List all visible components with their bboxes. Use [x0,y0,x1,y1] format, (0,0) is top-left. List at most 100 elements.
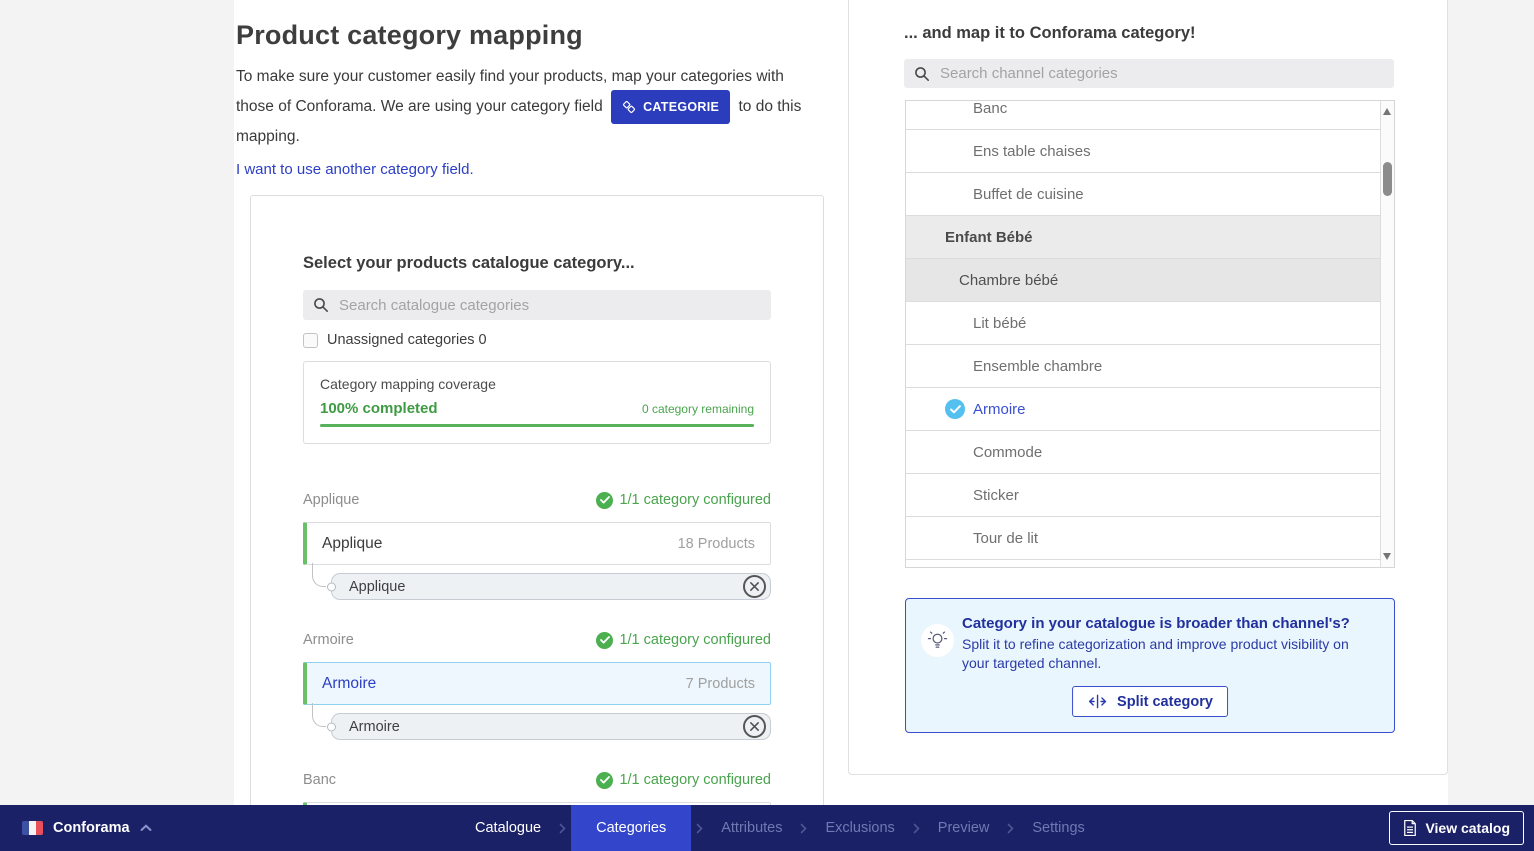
channel-category-label: Ensemble chambre [973,358,1102,375]
channel-category-row[interactable] [906,560,1380,568]
catalogue-search-input[interactable] [337,296,761,315]
unassigned-checkbox[interactable] [303,333,318,348]
channel-search-input[interactable] [938,64,1384,83]
channel-category-group-row[interactable]: Enfant Bébé [906,216,1380,259]
catalogue-section-banc: Banc 1/1 category configured Banc 20 Pro… [303,770,771,805]
chevron-right-icon [691,823,708,834]
tip-body: Split it to refine categorization and im… [962,635,1354,673]
badge-label: CATEGORIE [643,94,719,120]
section-label: Applique [303,492,359,508]
scrollbar-thumb[interactable] [1383,162,1392,196]
chip-anchor-dot [327,582,336,591]
section-label: Armoire [303,632,354,648]
split-category-tip: Category in your catalogue is broader th… [905,598,1395,733]
channel-category-row[interactable]: Ens table chaises [906,130,1380,173]
view-catalog-button[interactable]: View catalog [1389,811,1524,845]
section-status: 1/1 category configured [596,772,771,789]
lightbulb-icon [921,624,954,657]
remove-mapping-button[interactable] [743,575,766,598]
change-category-field-link[interactable]: I want to use another category field. [236,161,474,178]
category-product-count: 7 Products [686,676,755,692]
step-categories[interactable]: Categories [571,805,691,851]
coverage-box: Category mapping coverage 100% completed… [303,361,771,444]
store-selector[interactable]: Conforama [22,805,152,851]
chip-anchor-dot [327,722,336,731]
category-name: Armoire [322,675,686,693]
check-circle-icon [596,492,613,509]
section-status-text: 1/1 category configured [619,632,771,648]
unassigned-filter: Unassigned categories 0 [303,332,771,348]
channel-category-row[interactable]: Sticker [906,474,1380,517]
channel-category-row-checked[interactable]: Armoire [906,388,1380,431]
channel-search-box [904,59,1394,88]
step-exclusions[interactable]: Exclusions [812,805,907,851]
france-flag-icon [22,821,43,835]
tip-title: Category in your catalogue is broader th… [962,615,1374,632]
checked-circle-icon [945,399,965,419]
remove-mapping-button[interactable] [743,715,766,738]
channel-panel-heading: ... and map it to Conforama category! [904,24,1447,43]
catalogue-category-card: Select your products catalogue category.… [250,195,824,805]
channel-category-row[interactable]: Buffet de cuisine [906,173,1380,216]
section-label: Banc [303,772,336,788]
scroll-down-arrow[interactable] [1383,553,1391,560]
step-attributes[interactable]: Attributes [708,805,795,851]
store-name: Conforama [53,820,130,836]
unassigned-label: Unassigned categories 0 [327,332,487,348]
channel-category-subgroup-row[interactable]: Chambre bébé [906,259,1380,302]
channel-category-row[interactable]: Ensemble chambre [906,345,1380,388]
catalogue-category-row[interactable]: Applique 18 Products [303,522,771,565]
catalogue-column: Product category mapping To make sure yo… [236,0,848,178]
check-circle-icon [596,772,613,789]
channel-category-row[interactable]: Commode [906,431,1380,474]
channel-category-row[interactable]: Banc [906,100,1380,130]
step-settings[interactable]: Settings [1019,805,1097,851]
channel-category-row[interactable]: Lit bébé [906,302,1380,345]
mapped-category-chip: Applique [331,573,771,600]
scroll-up-arrow[interactable] [1383,108,1391,115]
catalogue-section-applique: Applique 1/1 category configured Appliqu… [303,490,771,600]
channel-category-label: Armoire [973,401,1026,418]
category-product-count: 18 Products [678,536,755,552]
split-icon [1087,693,1108,710]
section-status-text: 1/1 category configured [619,492,771,508]
channel-category-row[interactable]: Tour de lit [906,517,1380,560]
channel-category-label: Sticker [973,487,1019,504]
channel-mapping-panel: ... and map it to Conforama category! Ba… [848,0,1448,775]
view-catalog-label: View catalog [1425,820,1510,836]
mapped-category-chip: Armoire [331,713,771,740]
channel-category-label: Chambre bébé [959,272,1058,289]
document-icon [1403,819,1417,837]
coverage-progress-bar [320,424,754,427]
channel-category-label: Commode [973,444,1042,461]
channel-category-label: Buffet de cuisine [973,186,1084,203]
section-status: 1/1 category configured [596,492,771,509]
section-status-text: 1/1 category configured [619,772,771,788]
channel-category-label: Banc [973,100,1007,117]
workflow-breadcrumb: Catalogue Categories Attributes Exclusio… [462,805,1098,851]
main-content-area: Product category mapping To make sure yo… [234,0,1448,805]
chain-link-icon [622,100,636,114]
chevron-right-icon [795,823,812,834]
section-status: 1/1 category configured [596,632,771,649]
catalogue-search-box [303,290,771,320]
bottom-navigation-bar: Conforama Catalogue Categories Attribute… [0,805,1534,851]
channel-category-label: Enfant Bébé [945,229,1033,246]
split-category-button[interactable]: Split category [1072,686,1228,717]
page-description: To make sure your customer easily find y… [236,64,802,150]
mapped-category-chip-row: Applique [331,573,771,600]
search-icon [313,297,329,313]
coverage-remaining: 0 category remaining [642,402,754,416]
chevron-right-icon [554,823,571,834]
chevron-up-icon [140,824,152,832]
category-field-badge: CATEGORIE [611,90,730,124]
channel-category-label: Ens table chaises [973,143,1091,160]
step-preview[interactable]: Preview [925,805,1003,851]
channel-category-label: Lit bébé [973,315,1026,332]
coverage-progress-track [320,424,754,427]
connector-line [312,703,326,727]
step-catalogue[interactable]: Catalogue [462,805,554,851]
chevron-right-icon [1002,823,1019,834]
catalogue-card-heading: Select your products catalogue category.… [303,254,771,273]
catalogue-category-row-selected[interactable]: Armoire 7 Products [303,662,771,705]
